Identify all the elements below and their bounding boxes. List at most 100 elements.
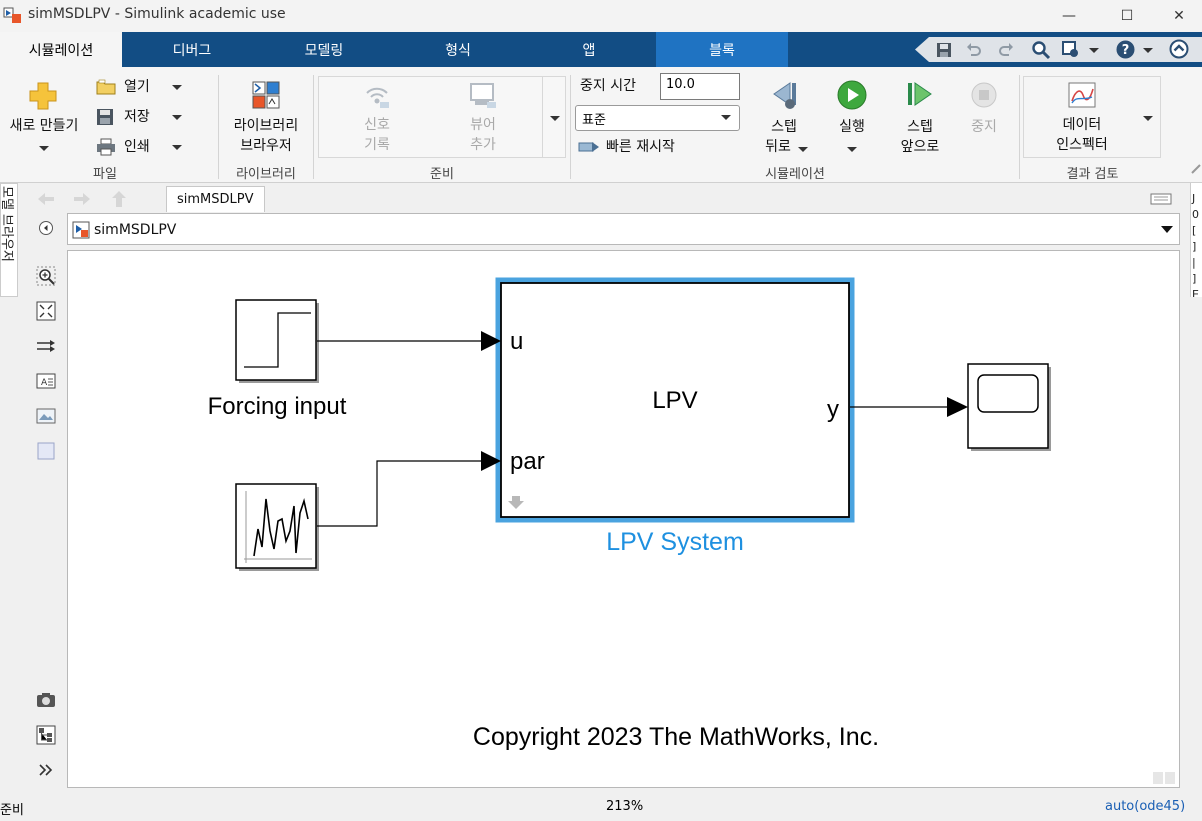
- run-button[interactable]: 실행: [824, 77, 880, 159]
- signal-arrows-icon: [37, 340, 55, 352]
- chevron-down-icon: [1143, 116, 1153, 121]
- tab-simulation[interactable]: 시뮬레이션: [0, 32, 122, 67]
- zoom-in-button[interactable]: [35, 265, 57, 287]
- signal-line-y[interactable]: [850, 397, 968, 417]
- keyboard-icon[interactable]: [1150, 193, 1172, 205]
- fast-restart-toggle[interactable]: 빠른 재시작: [578, 137, 698, 159]
- double-chevron-right-icon: [39, 764, 53, 776]
- area-button[interactable]: [35, 440, 57, 462]
- step-forward-label-line2: 앞으로: [900, 139, 940, 155]
- lpv-port-u: u: [510, 328, 523, 355]
- property-inspector-panel-tab[interactable]: J 0 [ ] | ] E: [1190, 183, 1202, 297]
- copyright-annotation: Copyright 2023 The MathWorks, Inc.: [473, 723, 879, 751]
- maximize-icon: ☐: [1120, 8, 1134, 24]
- library-browser-button[interactable]: 라이브러리 브라우저: [222, 79, 310, 159]
- save-button[interactable]: 저장: [94, 107, 189, 129]
- chevron-down-icon: [798, 147, 808, 152]
- editor-tab-bar: simMSDLPV: [28, 186, 1180, 212]
- maximize-button[interactable]: ☐: [1104, 0, 1150, 32]
- step-back-icon: [773, 82, 796, 109]
- collapse-left-icon: [39, 221, 53, 235]
- tab-block[interactable]: 블록: [656, 32, 788, 67]
- chevron-down-icon[interactable]: [1089, 48, 1099, 53]
- model-browser-panel-tab[interactable]: 모델 브라우저: [0, 183, 18, 297]
- chevron-down-icon[interactable]: [1161, 226, 1173, 233]
- fast-restart-label: 빠른 재시작: [606, 139, 675, 155]
- image-icon: [36, 408, 56, 424]
- model-explorer-button[interactable]: [35, 724, 57, 746]
- prepare-gallery-expand-button[interactable]: [542, 76, 566, 158]
- tab-format[interactable]: 형식: [414, 32, 502, 67]
- tab-modeling[interactable]: 모델링: [280, 32, 368, 67]
- close-button[interactable]: ✕: [1156, 0, 1202, 32]
- simulink-app-icon: [3, 7, 21, 23]
- undo-icon[interactable]: [965, 41, 983, 59]
- tab-debug[interactable]: 디버그: [148, 32, 236, 67]
- step-forward-button[interactable]: 스텝 앞으로: [892, 77, 948, 159]
- review-gallery-expand-button[interactable]: [1137, 76, 1161, 158]
- stop-icon: [971, 82, 997, 108]
- data-inspector-button[interactable]: 데이터 인스펙터: [1030, 79, 1134, 157]
- collapse-ribbon-icon[interactable]: [1169, 39, 1189, 59]
- model-canvas[interactable]: Forcing input LPV u par y LPV System Cop…: [67, 250, 1180, 788]
- back-arrow-icon[interactable]: [36, 191, 56, 207]
- model-tab[interactable]: simMSDLPV: [166, 186, 265, 212]
- help-icon[interactable]: ?: [1115, 39, 1136, 60]
- collapse-toolstrip-icon[interactable]: [1190, 163, 1202, 175]
- scope-block[interactable]: [967, 363, 1051, 451]
- solver-link[interactable]: auto(ode45): [1105, 799, 1185, 814]
- editor-palette: A: [28, 213, 64, 788]
- image-button[interactable]: [35, 405, 57, 427]
- run-icon: [837, 80, 867, 110]
- expand-palette-button[interactable]: [35, 759, 57, 781]
- ribbon-toolstrip: 새로 만들기 열기 저장 인쇄 파일 라이브러리 브라우저 라이브러리 신호 기…: [0, 67, 1202, 183]
- screenshot-button[interactable]: [35, 689, 57, 711]
- tab-label: 형식: [445, 42, 471, 59]
- minimize-button[interactable]: —: [1046, 0, 1092, 32]
- up-arrow-icon[interactable]: [110, 189, 128, 209]
- stop-time-input[interactable]: 10.0: [660, 73, 740, 100]
- simulation-mode-select[interactable]: 표준: [575, 105, 740, 131]
- tab-label: 블록: [709, 42, 735, 59]
- step-block[interactable]: [235, 299, 319, 383]
- step-forward-icon: [908, 82, 932, 106]
- fit-to-view-button[interactable]: [35, 300, 57, 322]
- search-icon[interactable]: [1031, 40, 1051, 60]
- status-state: 준비: [0, 803, 24, 818]
- minimize-icon: —: [1062, 8, 1076, 24]
- section-label-simulation: 시뮬레이션: [765, 167, 825, 182]
- arrow-direction-button[interactable]: [35, 335, 57, 357]
- print-button[interactable]: 인쇄: [94, 137, 189, 159]
- lpv-system-block[interactable]: LPV u par y: [495, 277, 855, 523]
- canvas-overview-icon[interactable]: [1152, 771, 1178, 785]
- tab-apps[interactable]: 앱: [545, 32, 633, 67]
- plus-icon: [29, 82, 57, 110]
- tab-label: 모델링: [304, 42, 344, 59]
- chevron-down-icon: [847, 147, 857, 152]
- model-breadcrumb-bar: simMSDLPV: [67, 213, 1180, 245]
- data-inspector-icon: [1068, 82, 1096, 108]
- signal-line-u[interactable]: [317, 331, 501, 351]
- chevron-down-icon: [172, 85, 182, 90]
- save-icon[interactable]: [935, 41, 953, 59]
- lpv-port-par: par: [510, 448, 545, 475]
- chevron-down-icon[interactable]: [1143, 48, 1153, 53]
- parameter-source-block[interactable]: [235, 483, 319, 571]
- hide-explorer-button[interactable]: [35, 217, 57, 239]
- redo-icon[interactable]: [997, 41, 1015, 59]
- breadcrumb[interactable]: simMSDLPV: [94, 222, 176, 238]
- find-replace-icon[interactable]: [1061, 40, 1081, 60]
- log-signals-label-line2: 기록: [364, 137, 390, 153]
- annotation-button[interactable]: A: [35, 370, 57, 392]
- step-back-button[interactable]: 스텝 뒤로: [756, 77, 812, 159]
- new-model-button[interactable]: 새로 만들기: [2, 79, 86, 159]
- signal-line-par[interactable]: [317, 451, 501, 527]
- simulation-mode-value: 표준: [582, 113, 606, 128]
- zoom-icon: [36, 266, 56, 286]
- log-signals-label-line1: 신호: [364, 117, 390, 133]
- stop-button: 중지: [956, 77, 1012, 159]
- library-browser-icon: [252, 81, 280, 109]
- forward-arrow-icon[interactable]: [72, 191, 92, 207]
- ribbon-tab-bar: 시뮬레이션 디버그 모델링 형식 앱 블록 ?: [0, 32, 1202, 67]
- open-button[interactable]: 열기: [94, 77, 189, 99]
